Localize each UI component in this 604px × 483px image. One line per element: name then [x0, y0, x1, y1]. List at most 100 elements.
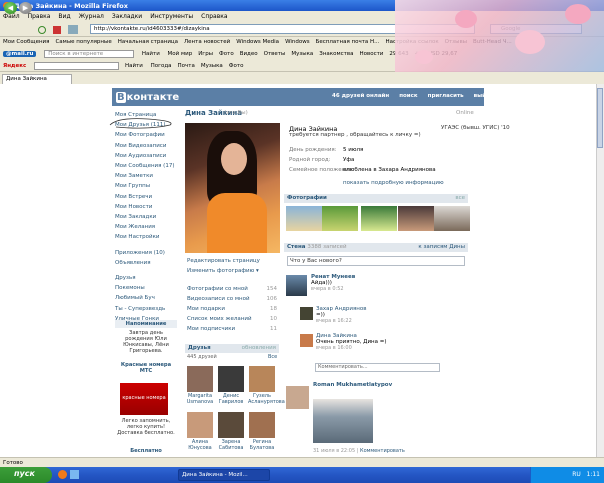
- language-indicator[interactable]: RU: [572, 471, 581, 478]
- vk-nav-link[interactable]: пригласить: [428, 93, 464, 99]
- friend-item[interactable]: Гузель Асланурятова: [248, 366, 285, 405]
- friend-photo[interactable]: [249, 366, 275, 392]
- search-input[interactable]: Google: [490, 24, 582, 34]
- photo-thumb[interactable]: [361, 206, 397, 231]
- friend-name[interactable]: Денис Гаврилов: [217, 393, 245, 405]
- mailru-toolbar-item[interactable]: Мой мир: [168, 51, 193, 57]
- left-menu-item[interactable]: Покемоны: [115, 283, 177, 293]
- ie-quicklaunch-icon[interactable]: [70, 470, 79, 479]
- left-menu-item[interactable]: Мои Группы: [115, 181, 177, 191]
- mailru-toolbar-item[interactable]: Видео: [240, 51, 258, 57]
- reload-icon[interactable]: [38, 26, 46, 34]
- friend-item[interactable]: Регина Булатова: [248, 412, 276, 451]
- bookmark-item[interactable]: Бесплатная почта Н...: [316, 39, 380, 45]
- post-author[interactable]: Roman Mukhametlatypov: [313, 382, 465, 388]
- left-menu-item[interactable]: Ты - Суперзвездь: [115, 304, 177, 314]
- left-menu-item[interactable]: Любимый Буч: [115, 293, 177, 303]
- count-row[interactable]: Видеозаписи со мной 106: [187, 294, 277, 304]
- count-row[interactable]: Список моих желаний 10: [187, 314, 277, 324]
- friend-item[interactable]: Margarita Usmanova: [186, 366, 214, 405]
- friend-item[interactable]: Зарена Сабитова: [217, 412, 245, 451]
- bottom-ad-title[interactable]: Бесплатно: [115, 448, 177, 454]
- profile-school[interactable]: УГАЭС (бывш. УГИС) '10: [441, 125, 510, 131]
- bookmark-item[interactable]: Butt-Head Ч...: [473, 39, 512, 45]
- friend-name[interactable]: Margarita Usmanova: [186, 393, 214, 405]
- change-photo-link[interactable]: Изменить фотографию ▾: [187, 268, 259, 274]
- photo-thumb[interactable]: [286, 206, 322, 231]
- bookmark-item[interactable]: Начальная страница: [118, 39, 178, 45]
- yandex-search-input[interactable]: [33, 62, 119, 70]
- mailru-toolbar-item[interactable]: Игры: [198, 51, 213, 57]
- forward-button[interactable]: ▶: [19, 2, 32, 14]
- info-value[interactable]: влюблена в Захара Андриянова: [343, 167, 436, 173]
- left-menu-item[interactable]: Приложения (10): [115, 248, 177, 258]
- post-photo[interactable]: [313, 399, 373, 443]
- count-row[interactable]: Мои подарки 18: [187, 304, 277, 314]
- friend-photo[interactable]: [187, 412, 213, 438]
- friend-name[interactable]: Регина Булатова: [248, 439, 276, 451]
- mailru-toolbar-item[interactable]: Ответы: [264, 51, 286, 57]
- left-menu-item[interactable]: Мои Сообщения (17): [115, 161, 177, 171]
- bookmark-item[interactable]: Windows: [285, 39, 310, 45]
- count-row[interactable]: Мои подписчики 11: [187, 324, 277, 334]
- vk-nav-link[interactable]: 46 друзей онлайн: [332, 93, 389, 99]
- comment-date[interactable]: вчера в 16:22: [316, 318, 460, 324]
- left-menu-item[interactable]: Объявления: [115, 258, 177, 268]
- friend-item[interactable]: Денис Гаврилов: [217, 366, 245, 405]
- photo-thumb[interactable]: [434, 206, 470, 231]
- left-menu-item[interactable]: Мои Новости: [115, 202, 177, 212]
- comment-input[interactable]: Комментировать...: [315, 363, 440, 372]
- count-row[interactable]: Фотографии со мной 154: [187, 284, 277, 294]
- avatar[interactable]: [286, 275, 307, 296]
- friend-name[interactable]: Зарена Сабитова: [217, 439, 245, 451]
- friend-photo[interactable]: [187, 366, 213, 392]
- vk-nav-link[interactable]: поиск: [399, 93, 417, 99]
- friend-name[interactable]: Гузель Асланурятова: [248, 393, 285, 405]
- bookmark-item[interactable]: Настройка ссылок: [385, 39, 438, 45]
- url-input[interactable]: http://vkontakte.ru/id4603333#/dizaykina: [90, 24, 475, 34]
- left-menu-item[interactable]: Мои Настройки: [115, 232, 177, 242]
- yandex-logo[interactable]: Яндекс: [3, 63, 26, 69]
- yandex-find-button[interactable]: Найти: [125, 63, 143, 69]
- mts-ad-image[interactable]: красные номера: [120, 383, 168, 415]
- left-menu-item[interactable]: Мои Встречи: [115, 192, 177, 202]
- bookmark-item[interactable]: Windows Media: [236, 39, 279, 45]
- comment-date[interactable]: вчера в 16:00: [316, 345, 460, 351]
- info-value[interactable]: Уфа: [343, 157, 354, 163]
- mts-ad-title[interactable]: Красные номера МТС: [115, 362, 177, 374]
- left-menu-item[interactable]: Мои Закладки: [115, 212, 177, 222]
- mailru-toolbar-item[interactable]: Знакомства: [319, 51, 353, 57]
- yandex-toolbar-item[interactable]: Погода: [151, 63, 172, 69]
- profile-photo[interactable]: [185, 123, 280, 253]
- menu-item[interactable]: Закладки: [112, 13, 142, 20]
- vk-nav-link[interactable]: выйти: [474, 93, 493, 99]
- reminder-text[interactable]: Завтра день рождения Юли Юнкисавы, Лёни …: [115, 328, 177, 356]
- friend-photo[interactable]: [218, 412, 244, 438]
- tab-active[interactable]: Дина Зайкина: [2, 74, 72, 84]
- scrollbar-thumb[interactable]: [597, 88, 603, 148]
- bookmark-item[interactable]: Мои Сообщения: [3, 39, 49, 45]
- photo-thumb[interactable]: [322, 206, 358, 231]
- yandex-toolbar-item[interactable]: Фото: [229, 63, 244, 69]
- info-value[interactable]: 5 июля: [343, 147, 363, 153]
- friends-all-link[interactable]: Все: [268, 354, 277, 360]
- menu-item[interactable]: Правка: [28, 13, 51, 20]
- avatar[interactable]: [300, 334, 313, 347]
- mailru-search-input[interactable]: Поиск в интернете: [44, 50, 135, 58]
- avatar[interactable]: [286, 386, 309, 409]
- mailru-find-button[interactable]: Найти: [142, 51, 160, 57]
- taskbar-item-firefox[interactable]: Дина Зайкина - Mozil...: [178, 469, 270, 481]
- friend-name[interactable]: Алина Юнусова: [186, 439, 214, 451]
- home-icon[interactable]: [68, 25, 78, 34]
- left-menu-item[interactable]: Мои Фотографии: [115, 130, 177, 140]
- friend-photo[interactable]: [218, 366, 244, 392]
- bookmark-item[interactable]: Самые популярные: [55, 39, 111, 45]
- mailru-toolbar-item[interactable]: Музыка: [291, 51, 313, 57]
- back-button[interactable]: ◀: [4, 2, 17, 14]
- wall-post-input[interactable]: Что у Вас нового?: [287, 256, 465, 266]
- firefox-quicklaunch-icon[interactable]: [58, 470, 67, 479]
- menu-item[interactable]: Справка: [201, 13, 227, 20]
- friend-photo[interactable]: [249, 412, 275, 438]
- mailru-logo[interactable]: @mail.ru: [3, 51, 37, 57]
- menu-item[interactable]: Файл: [3, 13, 20, 20]
